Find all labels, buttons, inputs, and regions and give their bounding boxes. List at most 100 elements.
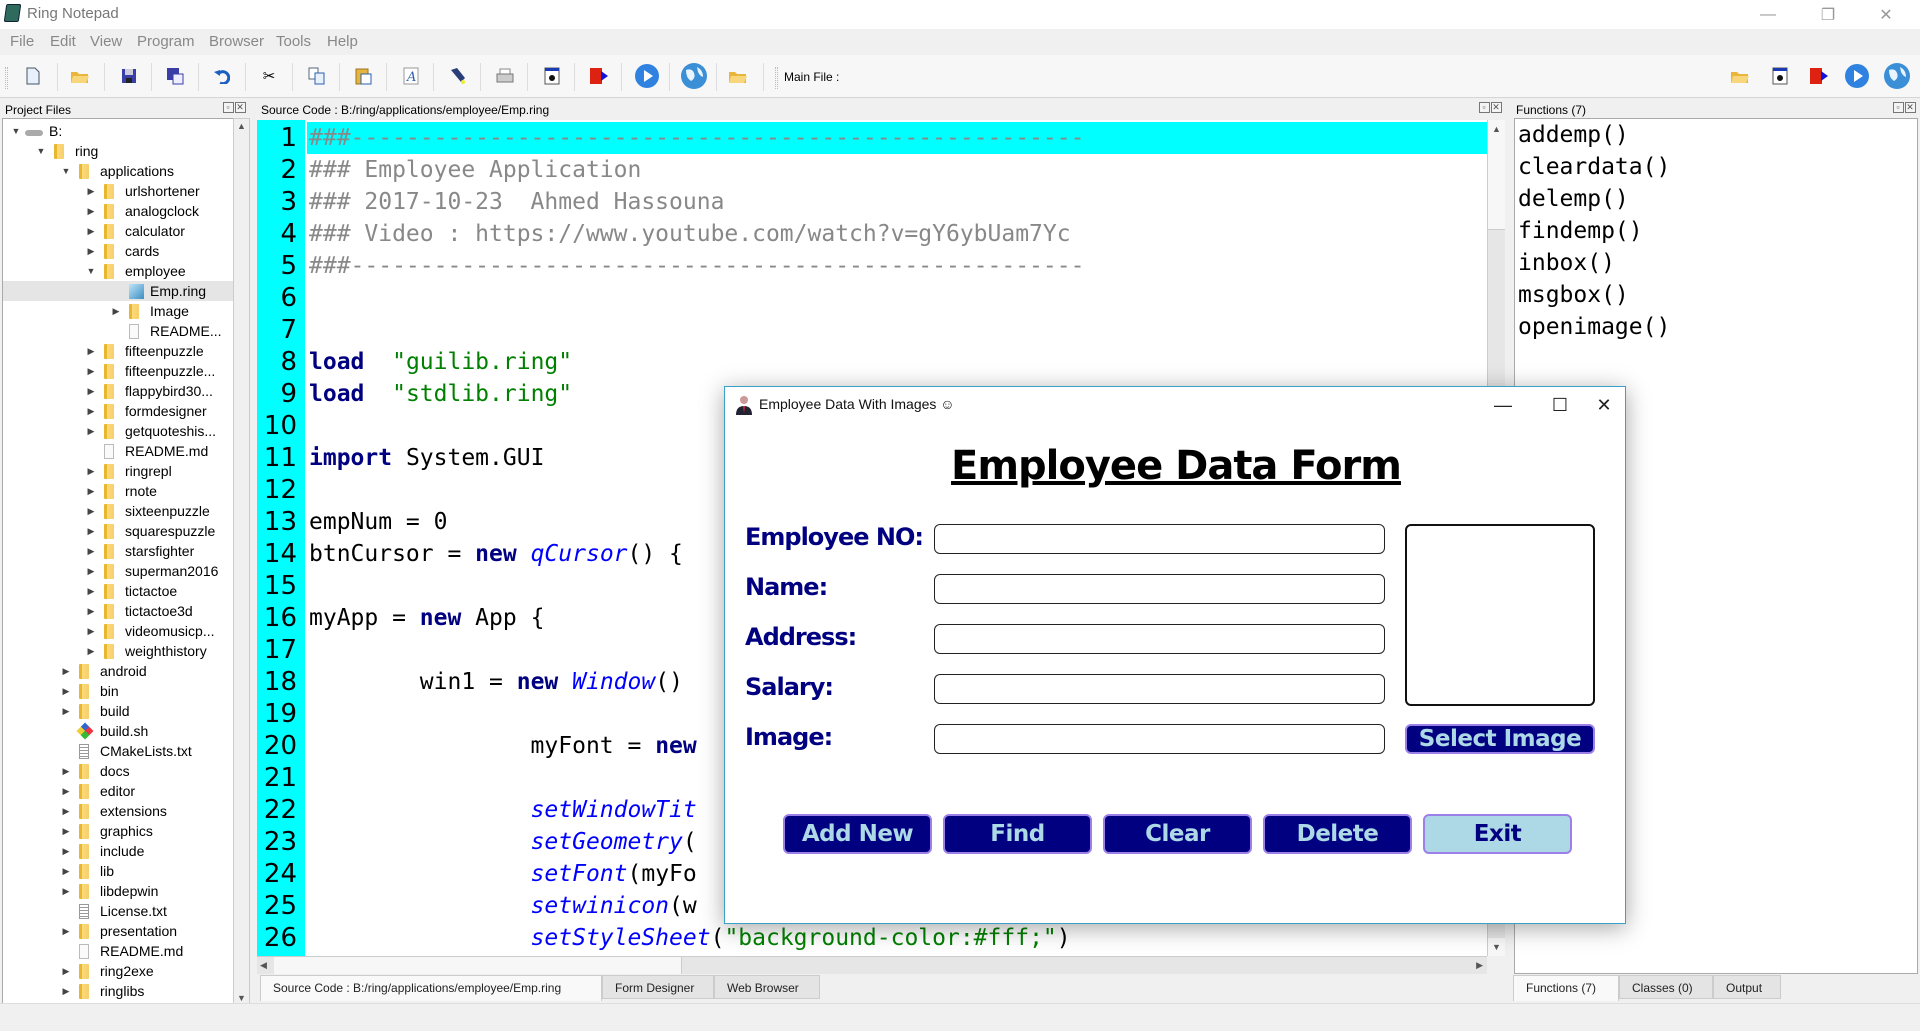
expand-arrow-icon[interactable]: ▶ (86, 641, 96, 661)
function-item[interactable]: addemp() (1518, 119, 1629, 151)
code-line[interactable] (309, 570, 323, 602)
expand-arrow-icon[interactable]: ▶ (86, 581, 96, 601)
tree-item[interactable]: ▶ rnote (3, 481, 233, 501)
find-button[interactable]: Find (943, 814, 1092, 854)
code-line[interactable] (309, 410, 323, 442)
tree-scrollbar[interactable]: ▲ ▼ (233, 118, 250, 1006)
code-line[interactable] (309, 282, 323, 314)
editor-horizontal-scrollbar[interactable]: ◀ ▶ (257, 956, 1487, 974)
debug-icon-right[interactable] (1769, 65, 1791, 87)
code-line[interactable]: setFont(myFo (309, 858, 697, 890)
minimize-button[interactable]: — (1745, 0, 1791, 29)
float-icon[interactable]: ▫ (1893, 102, 1904, 113)
clear-button[interactable]: Clear (1103, 814, 1252, 854)
open-folder-icon-right[interactable] (1729, 65, 1751, 87)
project-tree[interactable]: ▼ B: ▼ ring ▼ applications ▶ urlshortener ▶ analo… (2, 118, 234, 1006)
tree-item[interactable]: ▶ calculator (3, 221, 233, 241)
address-input[interactable] (934, 624, 1385, 654)
toolbar-grip[interactable] (5, 67, 8, 89)
expand-arrow-icon[interactable]: ▶ (86, 621, 96, 641)
code-line[interactable]: btnCursor = new qCursor() { (309, 538, 683, 570)
dialog-minimize-button[interactable]: — (1480, 391, 1526, 419)
tree-item[interactable]: ▼ ring (3, 141, 233, 161)
collapse-arrow-icon[interactable]: ▼ (86, 261, 96, 281)
tab-functions[interactable]: Functions (7) (1513, 975, 1619, 1001)
cut-icon[interactable]: ✂ (258, 65, 280, 87)
tree-item[interactable]: ▶ formdesigner (3, 401, 233, 421)
tree-item[interactable]: ▶ android (3, 661, 233, 681)
tab-source-code[interactable]: Source Code : B:/ring/applications/emplo… (260, 975, 602, 1001)
tree-item[interactable]: ▶ cards (3, 241, 233, 261)
exit-button[interactable]: Exit (1423, 814, 1572, 854)
tree-item[interactable]: ▶ superman2016 (3, 561, 233, 581)
run-gui-icon[interactable] (588, 65, 610, 87)
expand-arrow-icon[interactable]: ▶ (86, 461, 96, 481)
set-main-file-icon[interactable] (727, 65, 749, 87)
code-line[interactable]: empNum = 0 (309, 506, 447, 538)
tree-item[interactable]: README... (3, 321, 233, 341)
expand-arrow-icon[interactable]: ▶ (61, 701, 71, 721)
close-panel-icon[interactable]: ✕ (235, 102, 246, 113)
expand-arrow-icon[interactable]: ▶ (86, 421, 96, 441)
float-icon[interactable]: ▫ (1479, 102, 1490, 113)
expand-arrow-icon[interactable]: ▶ (61, 881, 71, 901)
expand-arrow-icon[interactable]: ▶ (111, 301, 121, 321)
expand-arrow-icon[interactable]: ▶ (86, 221, 96, 241)
tree-item[interactable]: ▶ fifteenpuzzle (3, 341, 233, 361)
collapse-arrow-icon[interactable]: ▼ (11, 121, 21, 141)
code-line[interactable]: ### 2017-10-23 Ahmed Hassouna (309, 186, 724, 218)
print-icon[interactable] (494, 65, 516, 87)
undo-icon[interactable] (211, 65, 233, 87)
scroll-thumb[interactable] (274, 957, 682, 974)
expand-arrow-icon[interactable]: ▶ (61, 801, 71, 821)
expand-arrow-icon[interactable]: ▶ (86, 541, 96, 561)
tree-item[interactable]: ▶ weighthistory (3, 641, 233, 661)
code-line[interactable] (309, 634, 323, 666)
function-item[interactable]: msgbox() (1518, 279, 1629, 311)
restore-button[interactable]: ❐ (1805, 0, 1851, 29)
tree-item[interactable]: build.sh (3, 721, 233, 741)
tree-item[interactable]: README.md (3, 941, 233, 961)
menu-edit[interactable]: Edit (50, 33, 76, 50)
paste-icon[interactable] (353, 65, 375, 87)
code-line[interactable]: import System.GUI (309, 442, 544, 474)
tree-item[interactable]: ▶ graphics (3, 821, 233, 841)
menu-tools[interactable]: Tools (276, 33, 311, 50)
expand-arrow-icon[interactable]: ▶ (86, 201, 96, 221)
image-path-input[interactable] (934, 724, 1385, 754)
run-icon-right[interactable] (1844, 63, 1870, 89)
dialog-close-button[interactable]: ✕ (1581, 391, 1627, 419)
close-panel-icon[interactable]: ✕ (1491, 102, 1502, 113)
expand-arrow-icon[interactable]: ▶ (86, 481, 96, 501)
tree-item[interactable]: ▶ bin (3, 681, 233, 701)
font-icon[interactable]: A (400, 65, 422, 87)
tree-item[interactable]: ▶ libdepwin (3, 881, 233, 901)
menu-view[interactable]: View (90, 33, 122, 50)
expand-arrow-icon[interactable]: ▶ (86, 241, 96, 261)
code-line[interactable]: ### Video : https://www.youtube.com/watc… (309, 218, 1071, 250)
tree-item[interactable]: License.txt (3, 901, 233, 921)
expand-arrow-icon[interactable]: ▶ (61, 841, 71, 861)
function-item[interactable]: openimage() (1518, 311, 1670, 343)
new-file-icon[interactable] (22, 65, 44, 87)
browser-icon-right[interactable] (1883, 62, 1911, 90)
delete-button[interactable]: Delete (1263, 814, 1412, 854)
expand-arrow-icon[interactable]: ▶ (86, 361, 96, 381)
code-line[interactable]: setWindowTit (309, 794, 697, 826)
tree-item[interactable]: ▶ lib (3, 861, 233, 881)
name-input[interactable] (934, 574, 1385, 604)
tree-item[interactable]: ▶ tictactoe3d (3, 601, 233, 621)
tab-web-browser[interactable]: Web Browser (714, 975, 820, 999)
code-line[interactable]: ###-------------------------------------… (307, 122, 1487, 154)
code-line[interactable] (309, 474, 323, 506)
open-folder-icon[interactable] (69, 65, 91, 87)
float-icon[interactable]: ▫ (223, 102, 234, 113)
function-item[interactable]: delemp() (1518, 183, 1629, 215)
tree-item[interactable]: CMakeLists.txt (3, 741, 233, 761)
expand-arrow-icon[interactable]: ▶ (61, 781, 71, 801)
code-line[interactable]: setwinicon(w (309, 890, 697, 922)
scroll-thumb[interactable] (1488, 138, 1505, 230)
tree-item[interactable]: ▶ include (3, 841, 233, 861)
expand-arrow-icon[interactable]: ▶ (86, 521, 96, 541)
tree-item[interactable]: ▶ flappybird30... (3, 381, 233, 401)
